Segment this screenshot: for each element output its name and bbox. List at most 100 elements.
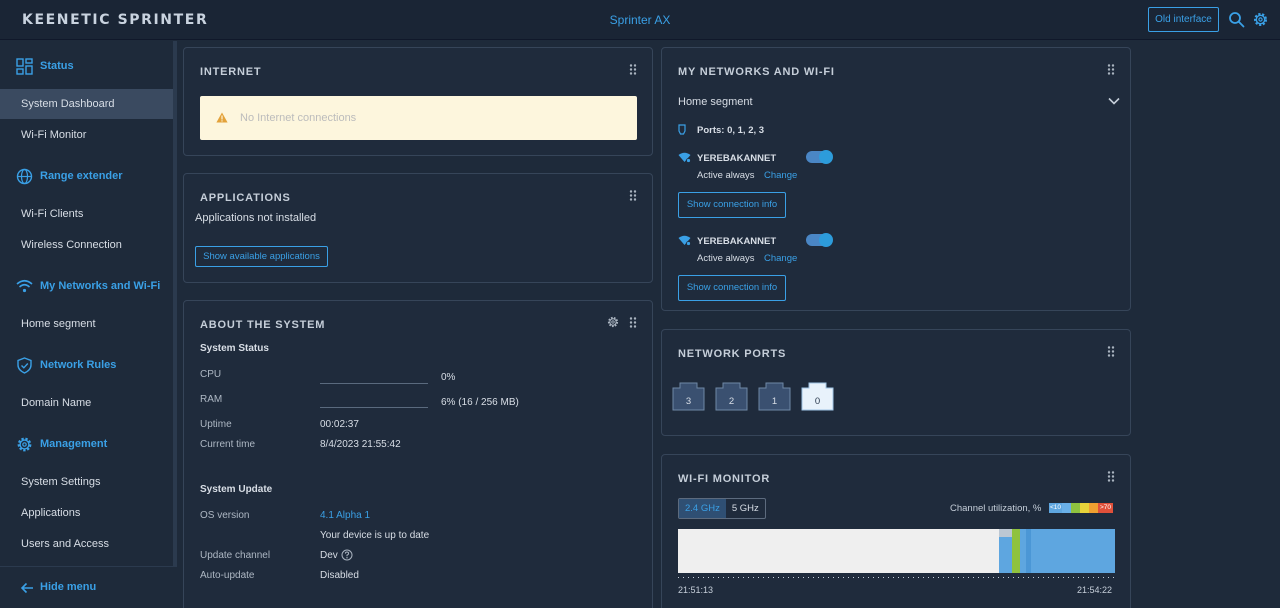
old-interface-button[interactable]: Old interface: [1148, 7, 1219, 32]
chart-time-axis: [678, 577, 1115, 578]
arrow-left-icon: [20, 582, 33, 594]
search-icon[interactable]: [1228, 11, 1245, 28]
chart-idle-region: [678, 529, 999, 573]
sidebar-scrollbar[interactable]: [173, 41, 177, 567]
shield-icon: [17, 356, 32, 374]
sidebar-item-domain-name[interactable]: Domain Name: [0, 388, 173, 418]
settings-gear-icon[interactable]: [607, 316, 619, 328]
sidebar-section-network-rules[interactable]: Network Rules: [16, 355, 116, 375]
show-connection-info-button[interactable]: Show connection info: [678, 192, 786, 218]
change-schedule-link[interactable]: Change: [764, 170, 797, 181]
lan-port-3[interactable]: 3: [672, 382, 705, 411]
update-channel-label: Update channel: [200, 550, 271, 561]
device-model: Sprinter AX: [609, 13, 671, 27]
globe-icon: [16, 168, 33, 184]
show-connection-info-button[interactable]: Show connection info: [678, 275, 786, 301]
legend-swatch: [1071, 503, 1080, 513]
about-system-card: ABOUT THE SYSTEM System Status CPU 0% RA…: [183, 300, 653, 608]
cpu-usage-bar: [320, 383, 428, 384]
sidebar-section-label: Range extender: [40, 170, 123, 182]
sidebar-item-wireless-connection[interactable]: Wireless Connection: [0, 230, 173, 260]
sidebar-item-wifi-clients[interactable]: Wi-Fi Clients: [0, 199, 173, 229]
help-icon[interactable]: [341, 549, 353, 561]
segment-ports: Ports: 0, 1, 2, 3: [697, 125, 765, 136]
network-ports-card: NETWORK PORTS 3 2 1 0: [661, 329, 1131, 436]
segment-name[interactable]: Home segment: [678, 96, 753, 108]
uptime-label: Uptime: [200, 419, 232, 430]
sidebar-section-label: Network Rules: [40, 359, 117, 371]
legend-swatch: [1062, 503, 1071, 513]
gear-icon: [17, 437, 32, 451]
sidebar-section-range-extender[interactable]: Range extender: [16, 166, 123, 186]
chevron-down-icon[interactable]: [1108, 97, 1120, 105]
sidebar-item-home-segment[interactable]: Home segment: [0, 309, 173, 339]
port-number: 2: [728, 396, 735, 407]
drag-handle-icon[interactable]: [629, 317, 637, 328]
hide-menu-button[interactable]: Hide menu: [0, 566, 173, 608]
sidebar-item-users-and-access[interactable]: Users and Access: [0, 529, 173, 559]
current-time-value: 8/4/2023 21:55:42: [320, 439, 401, 450]
tab-2-4-ghz[interactable]: 2.4 GHz: [679, 499, 726, 518]
drag-handle-icon[interactable]: [629, 64, 637, 75]
card-title: WI-FI MONITOR: [678, 473, 771, 485]
my-networks-card: MY NETWORKS AND WI-FI Home segment Ports…: [661, 47, 1131, 311]
drag-handle-icon[interactable]: [1107, 471, 1115, 482]
change-schedule-link[interactable]: Change: [764, 253, 797, 264]
sidebar-item-applications[interactable]: Applications: [0, 498, 173, 528]
utilization-chart: [678, 529, 1115, 573]
internet-card: INTERNET No Internet connections: [183, 47, 653, 156]
legend-swatch: [1089, 503, 1098, 513]
update-status: Your device is up to date: [320, 530, 430, 541]
ram-label: RAM: [200, 394, 223, 405]
sidebar-section-my-networks[interactable]: My Networks and Wi-Fi: [16, 276, 160, 296]
sidebar-section-status[interactable]: Status: [16, 56, 74, 76]
wifi-toggle[interactable]: [806, 233, 833, 247]
no-internet-warning: No Internet connections: [200, 96, 637, 140]
lan-port-0[interactable]: 0: [801, 382, 834, 411]
wifi-icon: [16, 279, 33, 292]
sidebar: Status System Dashboard Wi-Fi Monitor Ra…: [0, 41, 173, 608]
sidebar-item-system-settings[interactable]: System Settings: [0, 467, 173, 497]
wifi-ssid: YEREBAKANNET: [697, 236, 777, 247]
lan-port-2[interactable]: 2: [715, 382, 748, 411]
wifi-schedule: Active always: [697, 253, 755, 264]
chart-start-time: 21:51:13: [678, 585, 714, 595]
show-applications-button[interactable]: Show available applications: [195, 246, 328, 267]
wifi-network-icon: [678, 235, 691, 246]
top-bar: KEENETIC SPRINTER Sprinter AX Old interf…: [0, 0, 1280, 40]
legend-high: >70: [1098, 503, 1113, 513]
wifi-toggle[interactable]: [806, 150, 833, 164]
dashboard-icon: [16, 57, 33, 75]
sidebar-section-management[interactable]: Management: [16, 434, 107, 454]
settings-gear-icon[interactable]: [1252, 11, 1269, 28]
update-channel-value: Dev: [320, 550, 338, 561]
card-title: ABOUT THE SYSTEM: [200, 319, 326, 331]
card-title: NETWORK PORTS: [678, 348, 787, 360]
ethernet-port-icon: [678, 124, 686, 135]
hide-menu-label: Hide menu: [40, 581, 97, 593]
toggle-knob: [819, 233, 833, 247]
system-status-heading: System Status: [200, 343, 269, 354]
sidebar-section-label: Management: [40, 438, 108, 450]
card-title: APPLICATIONS: [200, 192, 291, 204]
drag-handle-icon[interactable]: [629, 190, 637, 201]
sidebar-item-system-dashboard[interactable]: System Dashboard: [0, 89, 173, 119]
sidebar-section-label: Status: [40, 60, 74, 72]
applications-status: Applications not installed: [195, 212, 317, 224]
drag-handle-icon[interactable]: [1107, 64, 1115, 75]
ram-usage-bar: [320, 407, 428, 408]
sidebar-item-wifi-monitor[interactable]: Wi-Fi Monitor: [0, 120, 173, 150]
system-update-heading: System Update: [200, 484, 273, 495]
port-number: 3: [685, 396, 692, 407]
card-title: INTERNET: [200, 66, 262, 78]
os-version-link[interactable]: 4.1 Alpha 1: [320, 510, 370, 521]
os-version-label: OS version: [200, 510, 250, 521]
chart-gray-region: [999, 529, 1012, 537]
current-time-label: Current time: [200, 439, 256, 450]
applications-card: APPLICATIONS Applications not installed …: [183, 173, 653, 283]
band-tabs: 2.4 GHz 5 GHz: [678, 498, 766, 519]
drag-handle-icon[interactable]: [1107, 346, 1115, 357]
ram-value: 6% (16 / 256 MB): [441, 397, 519, 408]
lan-port-1[interactable]: 1: [758, 382, 791, 411]
tab-5-ghz[interactable]: 5 GHz: [726, 499, 765, 518]
